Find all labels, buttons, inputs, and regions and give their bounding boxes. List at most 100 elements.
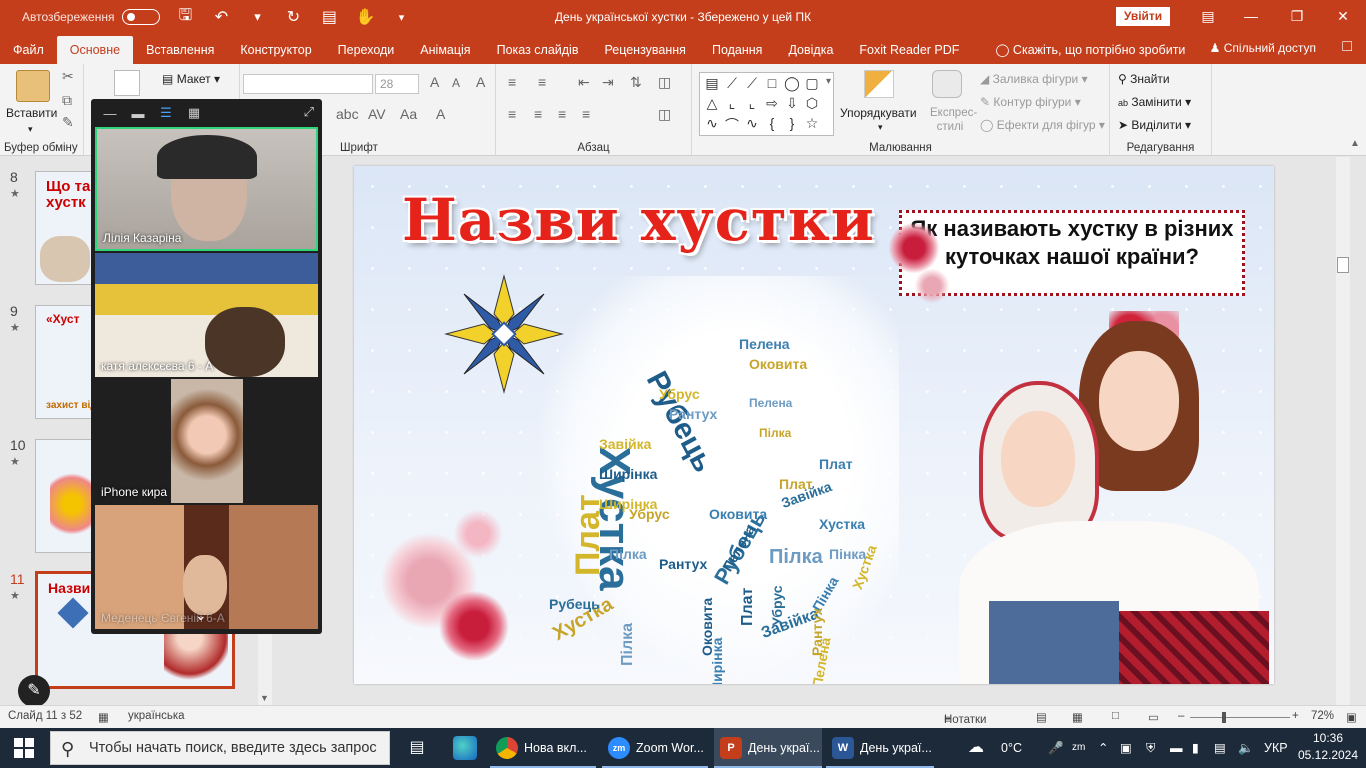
line-spacing-icon[interactable]: ⇅ — [630, 74, 642, 91]
smartart-icon[interactable]: ◫ — [658, 106, 671, 123]
present-from-start-icon[interactable]: ▤ — [318, 7, 340, 27]
canvas-scroll-thumb[interactable] — [1337, 257, 1349, 273]
windows-start-icon[interactable] — [14, 738, 34, 758]
share-button[interactable]: ♟ Спільний доступ — [1210, 34, 1316, 62]
language-indicator[interactable]: українська — [128, 710, 185, 722]
zoom-slider[interactable] — [1190, 717, 1290, 718]
normal-view-icon[interactable]: ▤ — [1036, 710, 1047, 724]
strip-view-icon[interactable]: ☰ — [157, 105, 175, 121]
rect-shape-icon[interactable]: □ — [762, 75, 782, 95]
zoom-slider-knob[interactable] — [1222, 712, 1226, 723]
zoom-level[interactable]: 72% — [1311, 710, 1334, 722]
shape-effects-button[interactable]: ◯ Ефекти для фігур ▾ — [980, 118, 1105, 132]
touch-mode-icon[interactable]: ✋ — [354, 7, 376, 27]
taskbar-word[interactable]: W День украї... — [826, 728, 934, 768]
justify-icon[interactable]: ≡ — [582, 106, 590, 122]
font-name-input[interactable] — [243, 74, 373, 94]
arrange-button[interactable]: Упорядкувати — [840, 106, 917, 120]
tab-foxit[interactable]: Foxit Reader PDF — [846, 36, 972, 64]
task-view-icon[interactable]: ▤ — [405, 736, 429, 760]
expand-icon[interactable]: ⤢ — [304, 104, 314, 120]
hexagon-shape-icon[interactable]: ⬡ — [802, 95, 822, 115]
shape-fill-button[interactable]: ◢ Заливка фігури ▾ — [980, 72, 1088, 86]
taskbar-zoom[interactable]: zm Zoom Wor... — [602, 728, 708, 768]
tab-insert[interactable]: Вставлення — [133, 36, 227, 64]
participant-tile[interactable]: iPhone кира — [95, 379, 318, 503]
spellcheck-icon[interactable]: ▦ — [98, 710, 109, 724]
pen-tool-icon[interactable]: ✎ — [18, 675, 50, 707]
arrange-icon[interactable] — [864, 70, 894, 98]
oval-shape-icon[interactable]: ◯ — [782, 75, 802, 95]
textbox-shape-icon[interactable]: ▤ — [702, 75, 722, 95]
align-center-icon[interactable]: ≡ — [534, 106, 542, 122]
elbow2-shape-icon[interactable]: ⌞ — [742, 95, 762, 115]
slide-title[interactable]: Назви хустки — [402, 186, 875, 254]
zoom-out-icon[interactable]: – — [1178, 710, 1184, 722]
single-view-icon[interactable]: ▬ — [129, 106, 147, 121]
strikethrough-icon[interactable]: abc — [336, 106, 359, 122]
tab-home[interactable]: Основне — [56, 36, 134, 64]
scroll-down-icon[interactable]: ▼ — [260, 693, 269, 703]
taskbar-powerpoint[interactable]: P День украї... — [714, 728, 822, 768]
microphone-icon[interactable]: 🎤 — [1048, 728, 1064, 768]
clock[interactable]: 10:36 05.12.2024 — [1296, 730, 1360, 764]
canvas-scrollbar[interactable] — [1336, 157, 1350, 705]
quick-styles-icon[interactable] — [932, 70, 962, 98]
quick-styles-button[interactable]: Експрес-стилі — [930, 106, 977, 134]
decrease-indent-icon[interactable]: ⇤ — [578, 74, 590, 91]
paste-dropdown-icon[interactable]: ▾ — [28, 124, 33, 135]
tab-slideshow[interactable]: Показ слайдів — [484, 36, 592, 64]
fit-slide-icon[interactable]: ▣ — [1346, 710, 1357, 724]
bullets-icon[interactable]: ≡ — [508, 74, 516, 90]
layout-button[interactable]: ▤ Макет ▾ — [162, 72, 220, 86]
shape-outline-button[interactable]: ✎ Контур фігури ▾ — [980, 95, 1081, 109]
slide[interactable]: Хустка Рубець Плат Пілка Пелена Оковита Завійк… — [354, 166, 1274, 684]
line2-shape-icon[interactable]: ⟋ — [742, 75, 762, 95]
app-tray-icon[interactable]: ▣ — [1120, 728, 1132, 768]
replace-button[interactable]: ab Замінити ▾ — [1118, 95, 1191, 109]
autosave-toggle[interactable] — [122, 9, 161, 25]
chevron-down-icon[interactable]: ⌄ — [195, 607, 207, 624]
star-shape-icon[interactable]: ☆ — [802, 115, 822, 135]
tab-review[interactable]: Рецензування — [591, 36, 698, 64]
arrange-dropdown-icon[interactable]: ▾ — [878, 122, 883, 133]
decrease-font-icon[interactable]: A — [452, 76, 460, 90]
select-button[interactable]: ➤ Виділити ▾ — [1118, 118, 1191, 132]
minimize-icon[interactable]: — — [1236, 5, 1266, 27]
shapes-gallery[interactable]: ▤ ⟋ ⟋ □ ◯ ▢ △ ⌞ ⌞ ⇨ ⇩ ⬡ ∿ ⌒ ∿{} ☆ — [699, 72, 834, 136]
slideshow-icon[interactable]: ▭ — [1148, 710, 1159, 724]
wave-shape-icon[interactable]: ∿ — [742, 115, 762, 135]
battery-icon[interactable]: ▮ — [1192, 728, 1199, 768]
taskbar-chrome[interactable]: Нова вкл... — [490, 728, 596, 768]
network-icon[interactable]: ▤ — [1214, 728, 1226, 768]
char-spacing-icon[interactable]: AV — [368, 106, 386, 122]
close-icon[interactable]: ✕ — [1328, 5, 1358, 27]
shapes-scroll-icon[interactable]: ▾ — [826, 76, 831, 87]
paste-icon[interactable] — [16, 70, 50, 102]
gallery-view-icon[interactable]: ▦ — [185, 105, 203, 121]
weather-icon[interactable]: ☁ — [968, 728, 984, 768]
copy-icon[interactable]: ⧉ — [62, 92, 72, 109]
save-icon[interactable]: 🖫 — [174, 4, 196, 31]
security-icon[interactable]: ⛨ — [1146, 728, 1155, 768]
numbering-icon[interactable]: ≡ — [538, 74, 546, 90]
increase-font-icon[interactable]: A — [430, 74, 439, 90]
reading-view-icon[interactable]: □ — [1112, 710, 1119, 722]
restore-icon[interactable]: ❐ — [1282, 5, 1312, 27]
taskbar-search-input[interactable]: ⚲ Чтобы начать поиск, введите здесь запр… — [50, 731, 390, 765]
font-color-icon[interactable]: A — [436, 106, 445, 122]
input-language[interactable]: УКР — [1264, 728, 1288, 768]
tab-animations[interactable]: Анімація — [407, 36, 483, 64]
tab-file[interactable]: Файл — [0, 36, 57, 64]
tell-me-search[interactable]: ◯ Скажіть, що потрібно зробити — [982, 36, 1198, 64]
repeat-icon[interactable]: ↻ — [282, 7, 304, 27]
weather-temp[interactable]: 0°C — [1001, 728, 1022, 768]
redo-icon[interactable]: ▾ — [246, 9, 268, 25]
ribbon-display-icon[interactable]: ▤ — [1193, 5, 1223, 27]
participant-tile[interactable]: катя алєксєєва 6 - А — [95, 253, 318, 377]
sign-in-button[interactable]: Увійти — [1116, 7, 1170, 26]
format-painter-icon[interactable]: ✎ — [62, 114, 74, 131]
tab-transitions[interactable]: Переходи — [325, 36, 408, 64]
tab-design[interactable]: Конструктор — [227, 36, 324, 64]
line-shape-icon[interactable]: ⟋ — [722, 75, 742, 95]
